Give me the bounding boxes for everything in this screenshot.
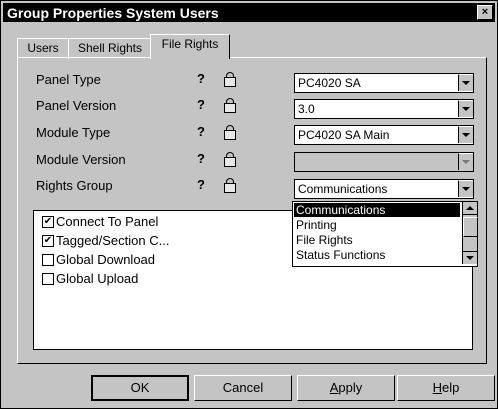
dropdown-scrollbar[interactable] <box>462 202 478 264</box>
right-label: Tagged/Section C... <box>56 233 170 248</box>
rights-group-value: Communications <box>298 182 388 196</box>
module-version-select[interactable] <box>294 152 474 172</box>
module-version-label: Module Version <box>36 152 126 167</box>
key-icon[interactable]: ? <box>195 98 207 112</box>
panel-type-label: Panel Type <box>36 72 101 87</box>
close-button[interactable]: × <box>477 5 493 20</box>
tab-users-label: Users <box>27 41 59 55</box>
close-icon: × <box>481 6 489 18</box>
title-bar: Group Properties System Users × <box>3 3 495 22</box>
apply-button[interactable]: Apply <box>297 375 395 401</box>
chevron-down-icon[interactable] <box>458 100 473 117</box>
lock-icon[interactable] <box>224 178 236 193</box>
panel-version-label: Panel Version <box>36 98 117 113</box>
lock-icon[interactable] <box>224 152 236 167</box>
checkbox[interactable] <box>42 273 54 285</box>
rights-group-dropdown-list: Communications Printing File Rights Stat… <box>292 201 478 267</box>
chevron-down-icon[interactable] <box>458 153 473 170</box>
help-button[interactable]: Help <box>397 375 495 401</box>
module-type-label: Module Type <box>36 125 111 140</box>
right-label: Connect To Panel <box>56 214 159 229</box>
module-type-select[interactable]: PC4020 SA Main <box>294 125 474 145</box>
ok-button[interactable]: OK <box>91 375 189 401</box>
cancel-button[interactable]: Cancel <box>194 375 292 401</box>
rights-group-select[interactable]: Communications <box>294 179 474 199</box>
tab-shell-rights-label: Shell Rights <box>77 41 143 55</box>
panel-type-value: PC4020 SA <box>298 76 361 90</box>
ok-button-label: OK <box>130 380 150 395</box>
chevron-down-icon[interactable] <box>458 180 473 197</box>
scroll-down-icon[interactable] <box>463 251 477 264</box>
module-type-value: PC4020 SA Main <box>298 128 390 142</box>
tab-shell-rights[interactable]: Shell Rights <box>68 38 152 59</box>
chevron-down-icon[interactable] <box>458 126 473 143</box>
dropdown-option[interactable]: Communications <box>294 203 460 217</box>
tab-file-rights-label: File Rights <box>161 37 219 51</box>
key-icon[interactable]: ? <box>195 72 207 86</box>
right-label: Global Download <box>56 252 156 267</box>
checkbox[interactable]: ✔ <box>42 235 54 247</box>
tab-file-rights[interactable]: File Rights <box>150 34 230 59</box>
key-icon[interactable]: ? <box>195 152 207 166</box>
checkbox[interactable] <box>42 254 54 266</box>
key-icon[interactable]: ? <box>195 178 207 192</box>
lock-icon[interactable] <box>224 98 236 113</box>
apply-button-label: pply <box>338 380 363 395</box>
checkbox[interactable]: ✔ <box>42 216 54 228</box>
scrollbar-thumb[interactable] <box>463 217 478 237</box>
dropdown-option[interactable]: Status Functions <box>294 248 460 262</box>
cancel-button-label: Cancel <box>222 380 264 395</box>
dropdown-option[interactable]: File Rights <box>294 233 460 247</box>
tab-users[interactable]: Users <box>17 38 69 59</box>
key-icon[interactable]: ? <box>195 125 207 139</box>
dropdown-option[interactable]: Printing <box>294 218 460 232</box>
panel-version-select[interactable]: 3.0 <box>294 99 474 119</box>
window-title: Group Properties System Users <box>7 5 219 21</box>
lock-icon[interactable] <box>224 125 236 140</box>
right-label: Global Upload <box>56 271 139 286</box>
group-properties-dialog: Group Properties System Users × Users Sh… <box>0 0 498 409</box>
scroll-up-icon[interactable] <box>463 202 477 215</box>
rights-group-label: Rights Group <box>36 178 113 193</box>
help-mnemonic: H <box>432 380 443 395</box>
panel-version-value: 3.0 <box>298 102 315 116</box>
help-button-label: elp <box>442 380 460 395</box>
chevron-down-icon[interactable] <box>458 74 473 91</box>
lock-icon[interactable] <box>224 72 236 87</box>
panel-type-select[interactable]: PC4020 SA <box>294 73 474 93</box>
